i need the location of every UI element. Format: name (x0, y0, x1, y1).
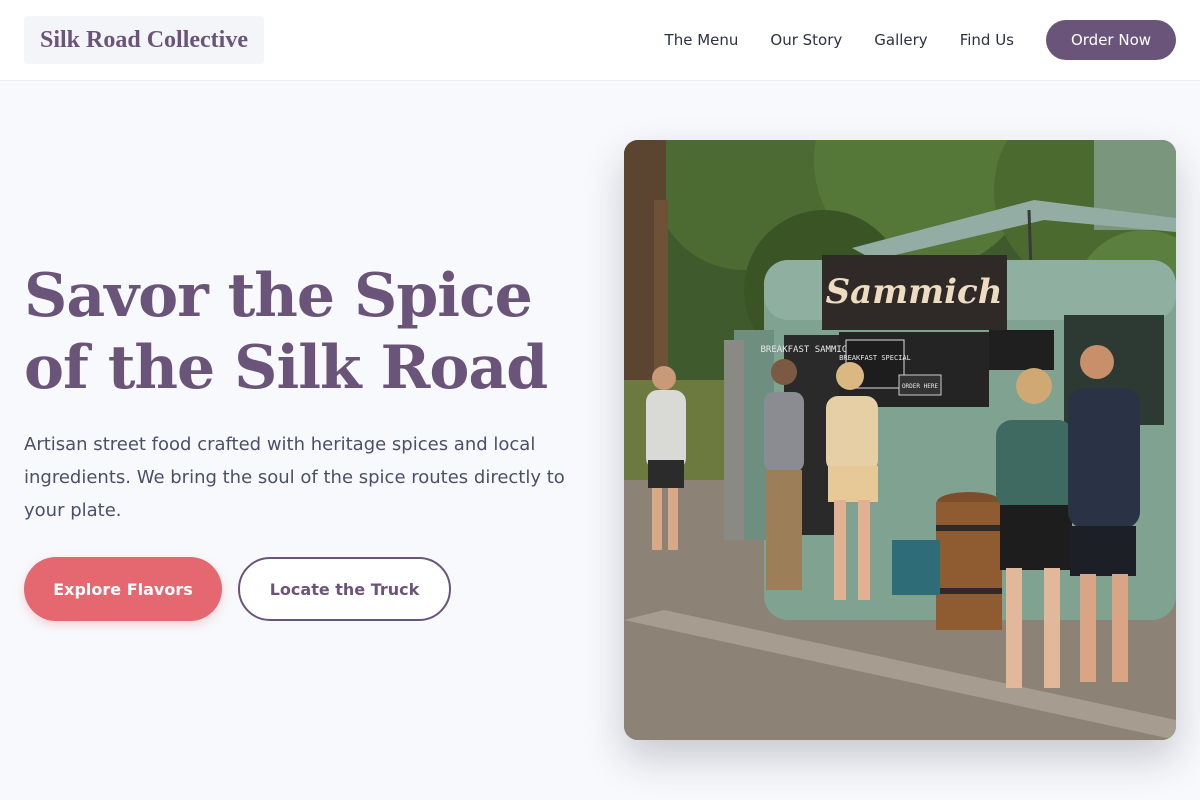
nav-link-gallery[interactable]: Gallery (874, 31, 927, 49)
explore-flavors-button[interactable]: Explore Flavors (24, 557, 222, 621)
food-truck-illustration: Sammich BREAKFAST SAMMICHES BREAKFAST SP… (624, 140, 1176, 740)
hero-title: Savor the Spice of the Silk Road (24, 260, 594, 404)
special-board-text: BREAKFAST SPECIAL (839, 354, 911, 362)
truck-sign-text: Sammich (826, 272, 1003, 312)
nav-link-menu[interactable]: The Menu (665, 31, 739, 49)
main-nav: The Menu Our Story Gallery Find Us Order… (665, 20, 1176, 60)
hero-subtitle: Artisan street food crafted with heritag… (24, 434, 565, 521)
site-header: Silk Road Collective The Menu Our Story … (0, 0, 1200, 81)
nav-link-our-story[interactable]: Our Story (770, 31, 842, 49)
order-here-text: ORDER HERE (902, 383, 939, 390)
hero-title-line-2: of the Silk Road (24, 333, 548, 403)
brand-logo[interactable]: Silk Road Collective (24, 16, 264, 64)
hero-title-line-1: Savor the Spice (24, 261, 533, 331)
locate-truck-button[interactable]: Locate the Truck (238, 557, 451, 621)
nav-link-find-us[interactable]: Find Us (960, 31, 1014, 49)
food-truck-photo: Sammich BREAKFAST SAMMICHES BREAKFAST SP… (624, 140, 1176, 740)
order-now-button[interactable]: Order Now (1046, 20, 1176, 60)
